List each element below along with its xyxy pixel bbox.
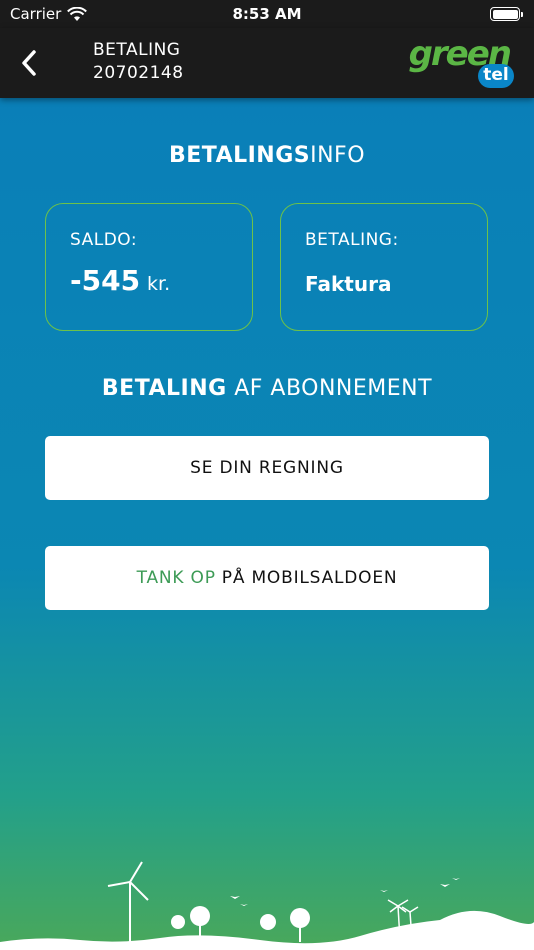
balance-label: SALDO:	[70, 230, 138, 250]
balance-card: SALDO: -545 kr.	[45, 203, 253, 331]
subscription-payment-heading: BETALING AF ABONNEMENT	[101, 376, 433, 401]
battery-icon	[490, 7, 523, 21]
landscape-illustration	[0, 861, 534, 950]
back-chevron-icon[interactable]	[16, 46, 46, 80]
top-up-button[interactable]: TANK OP PÅ MOBILSALDOEN	[45, 546, 489, 610]
greentel-logo: green tel	[409, 34, 514, 92]
nav-title: BETALING	[93, 40, 181, 60]
logo-tel-badge: tel	[478, 64, 514, 88]
carrier-label: Carrier	[10, 5, 62, 23]
birds-icon	[230, 878, 460, 906]
top-up-green-label: TANK OP	[136, 568, 216, 588]
payment-method-value: Faktura	[305, 272, 392, 296]
balance-value: -545 kr.	[70, 264, 228, 297]
balance-amount: -545	[70, 264, 141, 297]
balance-unit: kr.	[147, 273, 171, 295]
payment-method-label: BETALING:	[305, 230, 399, 250]
view-bill-label: SE DIN REGNING	[190, 458, 344, 478]
status-bar: Carrier 8:53 AM	[0, 0, 534, 28]
top-up-label: PÅ MOBILSALDOEN	[221, 568, 398, 588]
navigation-bar: BETALING 20702148 green tel	[0, 28, 534, 98]
nav-title-block: BETALING 20702148	[93, 39, 184, 85]
payment-info-heading: BETALINGSINFO	[168, 143, 366, 168]
nav-subtitle: 20702148	[93, 63, 184, 83]
view-bill-button[interactable]: SE DIN REGNING	[45, 436, 489, 500]
wifi-icon	[67, 6, 88, 21]
wind-turbine-icon	[107, 861, 149, 942]
payment-method-card: BETALING: Faktura	[280, 203, 488, 331]
